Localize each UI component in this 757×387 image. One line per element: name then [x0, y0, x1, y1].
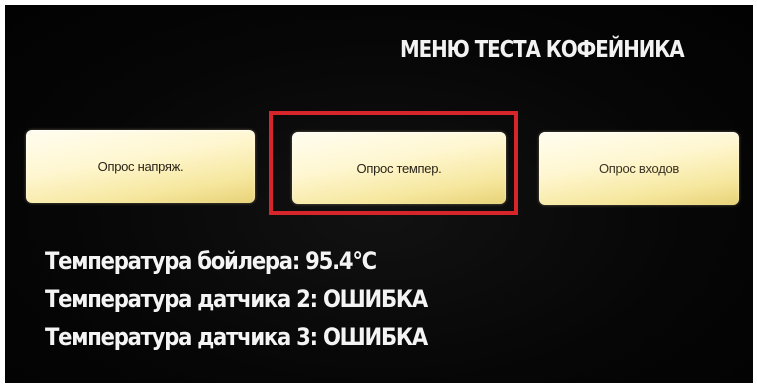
poll-inputs-button[interactable]: Опрос входов — [539, 132, 739, 205]
sensor-2-temperature-reading: Температура датчика 2: ОШИБКА — [45, 285, 428, 313]
boiler-temperature-reading: Температура бойлера: 95.4°C — [45, 247, 377, 275]
menu-title: МЕНЮ ТЕСТА КОФЕЙНИКА — [400, 37, 685, 63]
sensor-3-temperature-reading: Температура датчика 3: ОШИБКА — [45, 323, 428, 351]
selection-highlight-frame — [269, 111, 518, 215]
poll-voltage-button[interactable]: Опрос напряж. — [26, 130, 255, 203]
temperature-readout: Температура бойлера: 95.4°C Температура … — [45, 242, 428, 356]
